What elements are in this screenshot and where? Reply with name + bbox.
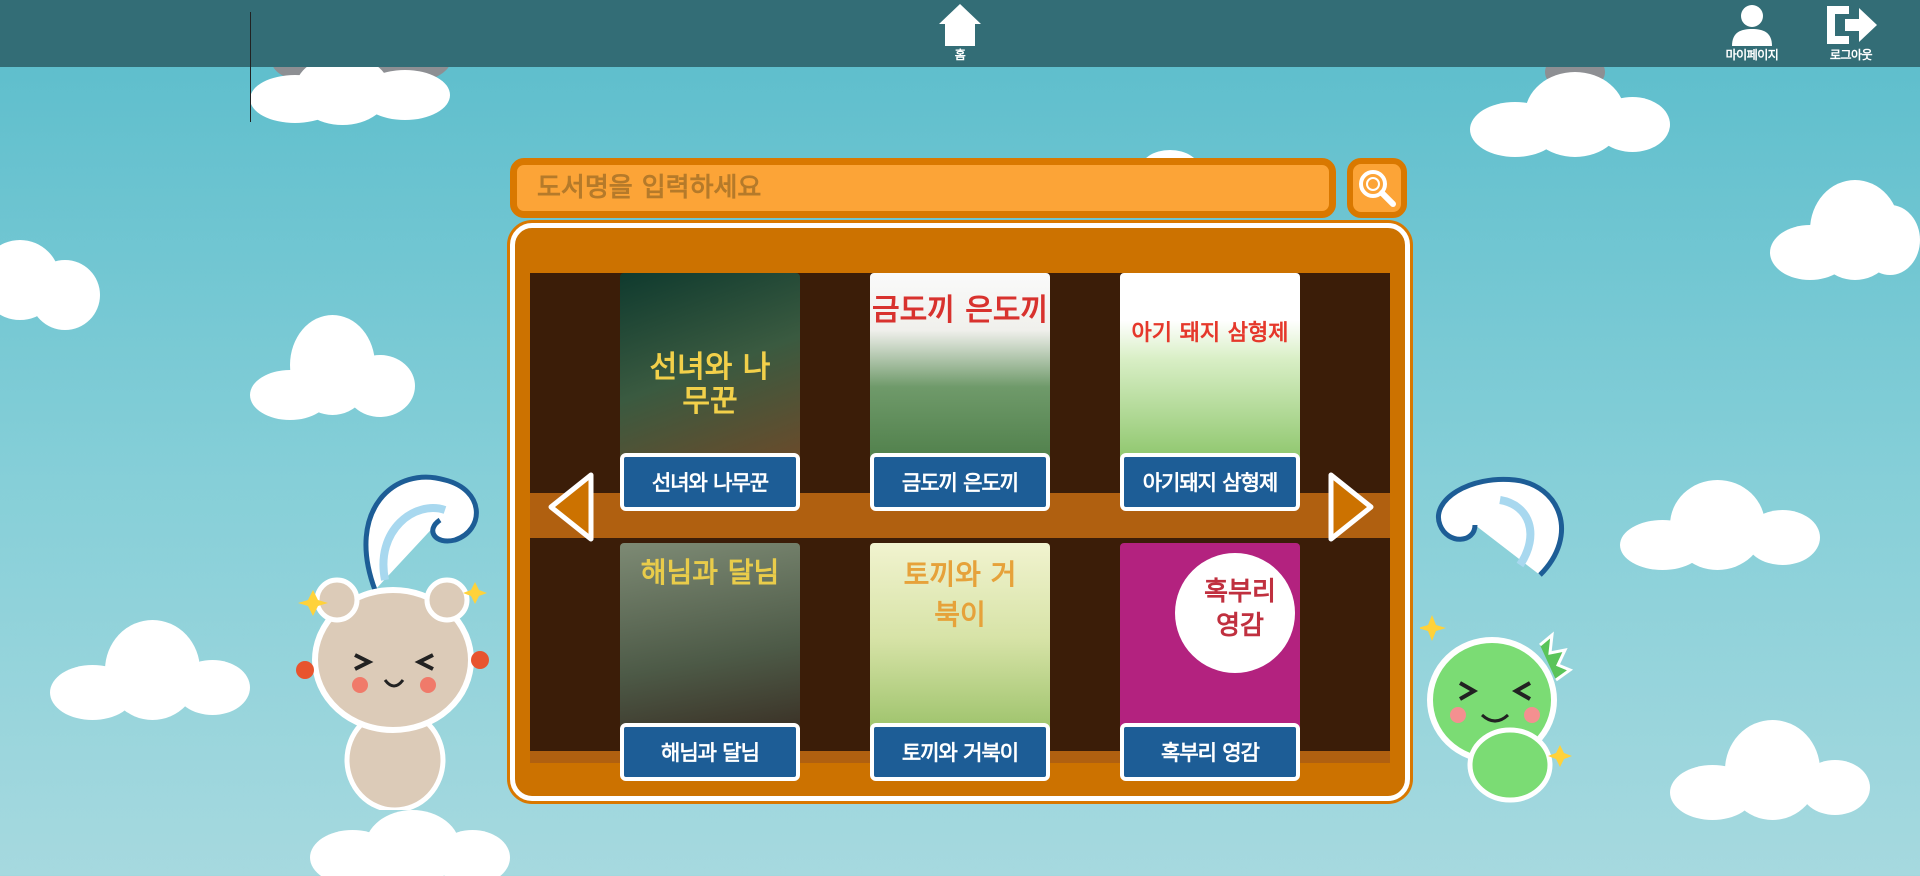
arrow-right-icon [1328,472,1374,542]
cloud-decoration [310,810,510,876]
cloud-decoration [1770,175,1920,290]
cloud-decoration [1470,62,1670,162]
book-title-button[interactable]: 금도끼 은도끼 [870,453,1050,511]
text-cursor [250,12,251,122]
book-cover-title: 혹부리 영감 [1204,577,1276,641]
cloud-decoration [50,620,250,730]
dino-character [1420,476,1574,803]
book-cover[interactable]: 혹부리 영감 [1120,543,1300,733]
book-cover-title: 금도끼 은도끼 [871,293,1049,328]
book-cover[interactable]: 선녀와 나무꾼 [620,273,800,463]
top-nav-bar: 홈 마이페이지 로그아웃 [0,0,1920,67]
book-title-button[interactable]: 선녀와 나무꾼 [620,453,800,511]
user-icon [1732,5,1772,46]
cloud-decoration [1670,720,1870,825]
book-cover-title: 선녀와 나무꾼 [649,350,771,419]
search-input[interactable] [537,173,1329,203]
prev-page-button[interactable] [545,471,597,543]
logout-label: 로그아웃 [1829,48,1873,62]
next-page-button[interactable] [1325,471,1377,543]
book-item[interactable]: 선녀와 나무꾼 선녀와 나무꾼 [620,273,800,511]
home-button[interactable]: 홈 [915,0,1005,67]
book-item[interactable]: 금도끼 은도끼 금도끼 은도끼 [870,273,1050,511]
book-title-button[interactable]: 해님과 달님 [620,723,800,781]
book-cover[interactable]: 해님과 달님 [620,543,800,733]
book-item[interactable]: 혹부리 영감 혹부리 영감 [1120,543,1300,781]
search-bar [510,158,1336,218]
book-item[interactable]: 해님과 달님 해님과 달님 [620,543,800,781]
mypage-button[interactable]: 마이페이지 [1707,0,1797,67]
mypage-label: 마이페이지 [1725,48,1779,62]
book-cover-title: 토끼와 거북이 [903,558,1017,631]
search-button[interactable] [1347,158,1407,218]
bookshelf: 선녀와 나무꾼 선녀와 나무꾼 금도끼 은도끼 금도끼 은도끼 아기 돼지 삼형… [510,223,1410,801]
book-title-button[interactable]: 혹부리 영감 [1120,723,1300,781]
search-icon [1359,170,1396,207]
book-title-button[interactable]: 아기돼지 삼형제 [1120,453,1300,511]
bear-character [296,474,489,810]
book-item[interactable]: 아기 돼지 삼형제 아기돼지 삼형제 [1120,273,1300,511]
book-cover[interactable]: 금도끼 은도끼 [870,273,1050,463]
cloud-decoration [1620,480,1820,575]
book-item[interactable]: 토끼와 거북이 토끼와 거북이 [870,543,1050,781]
logout-button[interactable]: 로그아웃 [1806,0,1896,67]
book-cover[interactable]: 토끼와 거북이 [870,543,1050,733]
home-icon [939,4,981,46]
cloud-decoration [0,220,100,335]
home-label: 홈 [954,48,966,62]
book-title-button[interactable]: 토끼와 거북이 [870,723,1050,781]
logout-icon [1827,6,1877,44]
book-cover-title: 아기 돼지 삼형제 [1131,321,1289,346]
book-cover[interactable]: 아기 돼지 삼형제 [1120,273,1300,463]
book-cover-title: 해님과 달님 [640,556,780,589]
arrow-left-icon [548,472,594,542]
cloud-decoration [250,315,415,425]
